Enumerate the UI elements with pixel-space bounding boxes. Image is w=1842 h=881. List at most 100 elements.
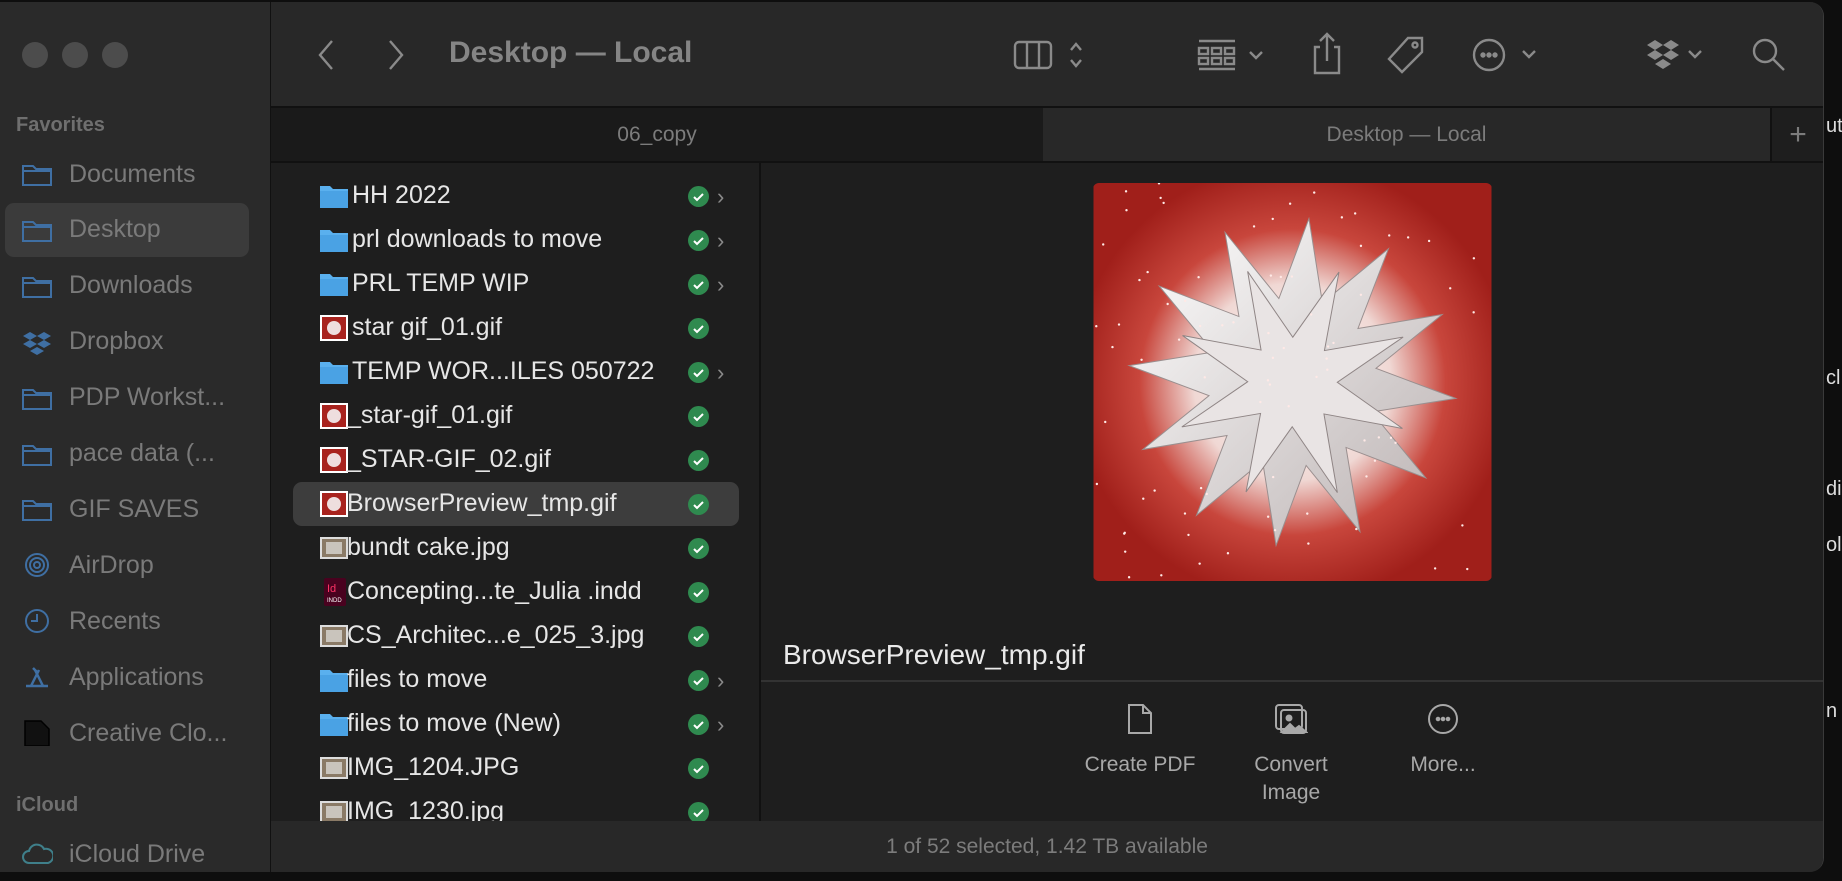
file-name: HH 2022: [352, 181, 451, 209]
sparkle: [1177, 338, 1181, 341]
back-button[interactable]: [311, 35, 341, 75]
sidebar-item-label: Documents: [69, 159, 196, 188]
sparkle: [1427, 239, 1431, 243]
sidebar-item-applications[interactable]: Applications: [5, 650, 249, 704]
sparkle: [1373, 459, 1377, 462]
sidebar-item-pace-data[interactable]: pace data (...: [5, 427, 249, 481]
sparkle: [1153, 489, 1156, 492]
sparkle: [1198, 562, 1201, 565]
sparkle: [1232, 321, 1235, 324]
file-row[interactable]: _STAR-GIF_02.gif: [293, 438, 739, 482]
background-text: ol: [1826, 534, 1842, 556]
sparkle: [1187, 533, 1190, 537]
sparkle: [1282, 346, 1285, 350]
ellipsis-circle-icon: [1428, 704, 1458, 734]
synced-check-icon: [688, 758, 709, 779]
synced-check-icon: [688, 582, 709, 603]
dropbox-button[interactable]: [1643, 35, 1709, 75]
convert-image-button[interactable]: Convert Image: [1216, 703, 1366, 807]
more-actions-label: More...: [1410, 753, 1476, 776]
file-row[interactable]: BrowserPreview_tmp.gif: [293, 482, 739, 526]
synced-check-icon: [688, 714, 709, 735]
sidebar-item-documents[interactable]: Documents: [5, 147, 249, 201]
sidebar-item-airdrop[interactable]: AirDrop: [5, 538, 249, 592]
file-row[interactable]: star gif_01.gif: [293, 306, 739, 350]
sidebar-item-label: pace data (...: [69, 439, 215, 467]
sidebar-item-desktop[interactable]: Desktop: [5, 202, 249, 257]
window-title: Desktop — Local: [449, 36, 693, 69]
share-button[interactable]: [1309, 30, 1345, 76]
group-button[interactable]: [1196, 35, 1268, 75]
synced-check-icon: [688, 494, 709, 515]
file-name: _STAR-GIF_02.gif: [347, 445, 551, 473]
sparkle: [1124, 550, 1127, 553]
toolbar: Desktop — Local: [271, 2, 1823, 106]
tab-desktop-local[interactable]: Desktop — Local: [1043, 108, 1770, 161]
sidebar-item-dropbox[interactable]: Dropbox: [5, 315, 249, 369]
sparkle: [1111, 345, 1114, 349]
more-actions-button[interactable]: More...: [1368, 703, 1518, 779]
tag-button[interactable]: [1384, 35, 1428, 75]
sidebar-item-recents[interactable]: Recents: [5, 594, 249, 648]
folder-icon: [319, 358, 349, 386]
file-row[interactable]: HH 2022 ›: [293, 174, 739, 218]
view-mode-button[interactable]: [1013, 35, 1083, 75]
jpg-icon: [319, 622, 349, 650]
file-row[interactable]: files to move ›: [293, 658, 739, 702]
sidebar-item-downloads[interactable]: Downloads: [5, 259, 249, 313]
file-row[interactable]: Id INDD Concepting...te_Julia .indd: [293, 570, 739, 614]
sparkle: [1117, 323, 1121, 326]
sidebar-item-icloud-drive[interactable]: iCloud Drive: [5, 827, 249, 872]
share-icon: [1313, 32, 1341, 75]
sparkle: [1197, 276, 1200, 279]
background-text: n: [1826, 700, 1838, 722]
file-row[interactable]: CS_Architec...e_025_3.jpg: [293, 614, 739, 658]
search-icon: [1752, 38, 1785, 71]
background-text: di: [1826, 478, 1842, 500]
file-row[interactable]: IMG_1204.JPG: [293, 746, 739, 790]
file-row[interactable]: bundt cake.jpg: [293, 526, 739, 570]
svg-text:Id: Id: [327, 583, 336, 595]
create-pdf-button[interactable]: Create PDF: [1065, 703, 1215, 779]
sparkle: [1310, 313, 1313, 316]
sparkle: [1269, 274, 1273, 277]
sparkle: [1433, 567, 1437, 570]
sparkle: [1290, 275, 1294, 278]
sparkle: [1138, 278, 1141, 282]
action-menu-button[interactable]: [1471, 35, 1541, 75]
sparkle: [1394, 441, 1397, 445]
file-row[interactable]: _star-gif_01.gif: [293, 394, 739, 438]
sparkle: [1388, 234, 1391, 237]
file-name: BrowserPreview_tmp.gif: [347, 489, 617, 517]
sparkle: [1363, 439, 1366, 442]
forward-button[interactable]: [381, 35, 411, 75]
apps-icon: [26, 667, 48, 688]
sparkle: [1104, 420, 1107, 424]
file-row[interactable]: prl downloads to move ›: [293, 218, 739, 262]
minimize-window-button[interactable]: [62, 42, 88, 68]
sparkle: [1288, 202, 1292, 205]
sparkle: [1160, 574, 1163, 577]
file-row[interactable]: files to move (New) ›: [293, 702, 739, 746]
synced-check-icon: [688, 406, 709, 427]
sparkle: [1266, 515, 1270, 518]
sidebar-item-label: iCloud Drive: [69, 839, 206, 868]
file-row[interactable]: TEMP WOR...ILES 050722 ›: [293, 350, 739, 394]
sparkle: [1365, 475, 1368, 478]
sidebar: Favorites Documents Desktop Downloads Dropb…: [0, 2, 271, 872]
convert-image-label: Convert Image: [1254, 753, 1328, 804]
chevron-right-icon: ›: [717, 668, 725, 693]
sidebar-item-creative-clo[interactable]: Creative Clo...: [5, 706, 249, 760]
zoom-window-button[interactable]: [102, 42, 128, 68]
folder-icon: [319, 182, 349, 210]
sidebar-item-pdp-workst[interactable]: PDP Workst...: [5, 371, 249, 425]
file-row[interactable]: PRL TEMP WIP ›: [293, 262, 739, 306]
close-window-button[interactable]: [22, 42, 48, 68]
sidebar-item-label: Dropbox: [69, 327, 164, 356]
file-row[interactable]: IMG_1230.jpg: [293, 790, 739, 821]
background-text: cl: [1826, 367, 1841, 389]
new-tab-button[interactable]: +: [1770, 108, 1823, 161]
tab-06-copy[interactable]: 06_copy: [271, 108, 1043, 161]
sidebar-item-gif-saves[interactable]: GIF SAVES: [5, 482, 249, 536]
search-button[interactable]: [1751, 35, 1787, 75]
